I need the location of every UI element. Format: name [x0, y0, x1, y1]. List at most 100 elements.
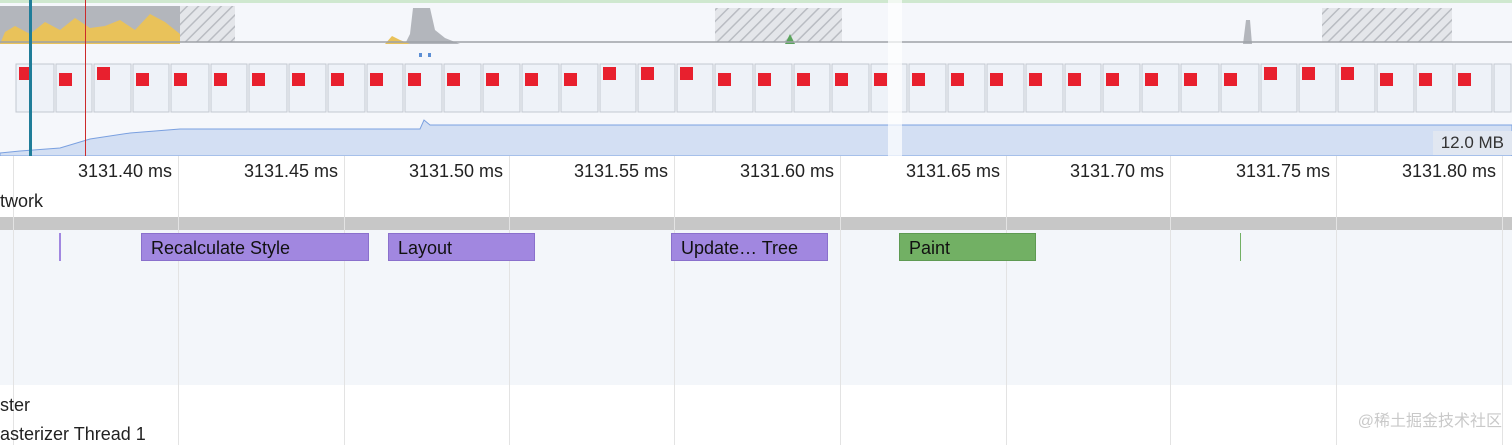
event-sliver[interactable]: [1240, 233, 1241, 261]
tick-label-0: 3131.40 ms: [77, 161, 172, 181]
dropped-frame-marker[interactable]: [758, 73, 771, 86]
dropped-frame-marker[interactable]: [951, 73, 964, 86]
dropped-frame-marker[interactable]: [1302, 67, 1315, 80]
dropped-frame-marker[interactable]: [874, 73, 887, 86]
tick-label-7: 3131.75 ms: [1235, 161, 1330, 181]
frame-cell[interactable]: [831, 63, 870, 113]
dropped-frame-marker[interactable]: [136, 73, 149, 86]
time-ruler[interactable]: 3131.40 ms 3131.45 ms 3131.50 ms 3131.55…: [0, 156, 1512, 187]
frame-cell[interactable]: [366, 63, 404, 113]
dropped-frame-marker[interactable]: [1419, 73, 1432, 86]
dropped-frame-marker[interactable]: [797, 73, 810, 86]
frame-cell[interactable]: [1141, 63, 1180, 113]
frame-cell[interactable]: [482, 63, 521, 113]
grid-line: [840, 156, 841, 445]
frame-cell[interactable]: [443, 63, 482, 113]
dropped-frame-marker[interactable]: [331, 73, 344, 86]
frame-cell[interactable]: [132, 63, 170, 113]
dropped-frame-marker[interactable]: [174, 73, 187, 86]
frame-cell[interactable]: [754, 63, 793, 113]
dropped-frame-marker[interactable]: [97, 67, 110, 80]
dropped-frame-marker[interactable]: [447, 73, 460, 86]
tick-label-2: 3131.50 ms: [408, 161, 503, 181]
frame-cell[interactable]: [947, 63, 986, 113]
frame-cell[interactable]: [288, 63, 327, 113]
raster-track-label[interactable]: ster: [0, 395, 30, 416]
frame-cell[interactable]: [793, 63, 831, 113]
dropped-frame-marker[interactable]: [370, 73, 383, 86]
tick-label-4: 3131.60 ms: [739, 161, 834, 181]
dropped-frame-marker[interactable]: [1224, 73, 1237, 86]
tick-label-8: 3131.80 ms: [1401, 161, 1496, 181]
frame-cell[interactable]: [1454, 63, 1493, 113]
dropped-frame-marker[interactable]: [1106, 73, 1119, 86]
event-layout[interactable]: Layout: [388, 233, 535, 261]
frame-cell[interactable]: [714, 63, 754, 113]
watermark: @稀土掘金技术社区: [1357, 413, 1502, 430]
dropped-frame-marker[interactable]: [1264, 67, 1277, 80]
frame-cell[interactable]: [1025, 63, 1064, 113]
frame-cell[interactable]: [986, 63, 1025, 113]
current-time-marker[interactable]: [85, 0, 86, 156]
timeline-overview[interactable]: 12.0 MB: [0, 0, 1512, 156]
dropped-frame-marker[interactable]: [525, 73, 538, 86]
frames-strip[interactable]: [0, 62, 1512, 114]
selection-cursor[interactable]: [29, 0, 32, 156]
dropped-frame-marker[interactable]: [1341, 67, 1354, 80]
dropped-frame-marker[interactable]: [1184, 73, 1197, 86]
frame-cell[interactable]: [55, 63, 93, 113]
selection-highlight: [888, 0, 902, 156]
dropped-frame-marker[interactable]: [1068, 73, 1081, 86]
network-dots: [419, 53, 431, 57]
dropped-frame-marker[interactable]: [1029, 73, 1042, 86]
frame-cell[interactable]: [170, 63, 210, 113]
dropped-frame-marker[interactable]: [59, 73, 72, 86]
frame-cell[interactable]: [248, 63, 288, 113]
dropped-frame-marker[interactable]: [912, 73, 925, 86]
frame-cell[interactable]: [521, 63, 560, 113]
frame-cell[interactable]: [1064, 63, 1102, 113]
rasterizer-thread-label[interactable]: asterizer Thread 1: [0, 424, 146, 445]
frame-cell[interactable]: [1220, 63, 1260, 113]
cpu-activity-chart: [0, 0, 1512, 44]
frame-cell[interactable]: [908, 63, 947, 113]
dropped-frame-marker[interactable]: [990, 73, 1003, 86]
dropped-frame-marker[interactable]: [486, 73, 499, 86]
track-separator: [0, 217, 1512, 230]
frame-cell[interactable]: [404, 63, 443, 113]
frame-cell[interactable]: [1180, 63, 1220, 113]
frame-cell[interactable]: [327, 63, 366, 113]
tick-label-5: 3131.65 ms: [905, 161, 1000, 181]
dropped-frame-marker[interactable]: [214, 73, 227, 86]
dropped-frame-marker[interactable]: [292, 73, 305, 86]
dropped-frame-marker[interactable]: [603, 67, 616, 80]
frame-cell[interactable]: [1102, 63, 1141, 113]
tick-label-3: 3131.55 ms: [573, 161, 668, 181]
event-update-layer-tree[interactable]: Update… Tree: [671, 233, 828, 261]
grid-line: [344, 156, 345, 445]
frame-cell[interactable]: [560, 63, 599, 113]
network-track-label[interactable]: twork: [0, 191, 43, 212]
frame-cell[interactable]: [1415, 63, 1454, 113]
tick-label-6: 3131.70 ms: [1069, 161, 1164, 181]
event-recalculate-style[interactable]: Recalculate Style: [141, 233, 369, 261]
frame-cell[interactable]: [210, 63, 248, 113]
dropped-frame-marker[interactable]: [564, 73, 577, 86]
dropped-frame-marker[interactable]: [641, 67, 654, 80]
event-sliver[interactable]: [59, 233, 61, 261]
dropped-frame-marker[interactable]: [1458, 73, 1471, 86]
grid-line: [1006, 156, 1007, 445]
dropped-frame-marker[interactable]: [408, 73, 421, 86]
frame-cell[interactable]: [1493, 63, 1512, 113]
dropped-frame-marker[interactable]: [718, 73, 731, 86]
event-paint[interactable]: Paint: [899, 233, 1036, 261]
grid-line: [178, 156, 179, 445]
memory-usage-label: 12.0 MB: [1432, 131, 1512, 155]
dropped-frame-marker[interactable]: [680, 67, 693, 80]
dropped-frame-marker[interactable]: [1380, 73, 1393, 86]
dropped-frame-marker[interactable]: [252, 73, 265, 86]
frame-cell[interactable]: [1376, 63, 1415, 113]
grid-line: [509, 156, 510, 445]
dropped-frame-marker[interactable]: [835, 73, 848, 86]
dropped-frame-marker[interactable]: [1145, 73, 1158, 86]
